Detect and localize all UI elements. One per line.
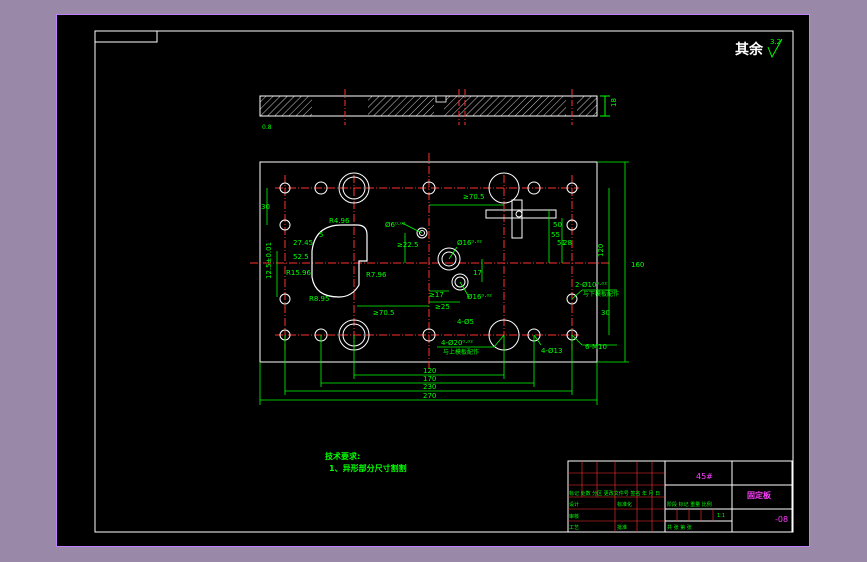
- svg-text:28: 28: [563, 239, 572, 247]
- svg-text:30: 30: [601, 309, 610, 317]
- svg-text:阶段 标记 重量 比例: 阶段 标记 重量 比例: [667, 501, 712, 508]
- svg-text:1、异形部分尺寸割割: 1、异形部分尺寸割割: [329, 463, 407, 473]
- svg-text:2-Ø10⁰·⁰²: 2-Ø10⁰·⁰²: [575, 281, 607, 289]
- svg-text:230: 230: [423, 383, 436, 391]
- svg-text:120: 120: [597, 244, 605, 257]
- svg-text:27.45: 27.45: [293, 239, 313, 247]
- technical-notes: 技术要求: 1、异形部分尺寸割割: [325, 451, 407, 473]
- svg-text:3.2: 3.2: [770, 38, 781, 46]
- side-view: 18 0.8: [259, 89, 618, 131]
- plan-view: 270 230 170 120 160 120 30 30 ≥70.5 ≥70.…: [250, 153, 644, 405]
- svg-text:50: 50: [553, 221, 562, 229]
- svg-text:1:1: 1:1: [717, 513, 725, 519]
- svg-text:4-Ø5: 4-Ø5: [457, 318, 474, 326]
- svg-text:30: 30: [261, 203, 270, 211]
- svg-text:55: 55: [551, 231, 560, 239]
- svg-text:R4.96: R4.96: [329, 217, 350, 225]
- svg-text:5: 5: [319, 231, 323, 239]
- svg-text:标记 处数 分区 更改文件号 签名 年 月 日: 标记 处数 分区 更改文件号 签名 年 月 日: [569, 490, 660, 497]
- svg-text:-08: -08: [775, 515, 788, 524]
- svg-text:与下模板配作: 与下模板配作: [583, 290, 619, 298]
- svg-text:≥17: ≥17: [429, 291, 444, 299]
- svg-text:Ø16⁰·⁰²: Ø16⁰·⁰²: [457, 239, 482, 247]
- svg-text:120: 120: [423, 367, 436, 375]
- svg-text:R8.95: R8.95: [309, 295, 329, 303]
- svg-text:≥70.5: ≥70.5: [463, 193, 484, 201]
- roughness-symbol-icon: 3.2: [767, 38, 783, 59]
- svg-text:18: 18: [610, 98, 618, 107]
- svg-text:≥22.5: ≥22.5: [397, 241, 418, 249]
- svg-text:45#: 45#: [696, 472, 713, 481]
- svg-text:6-M10: 6-M10: [585, 343, 607, 351]
- svg-text:170: 170: [423, 375, 436, 383]
- svg-text:R15.96: R15.96: [286, 269, 311, 277]
- svg-text:≥70.5: ≥70.5: [373, 309, 394, 317]
- svg-text:≥25: ≥25: [435, 303, 450, 311]
- svg-text:与上模板配作: 与上模板配作: [443, 348, 479, 356]
- svg-text:52.5: 52.5: [293, 253, 309, 261]
- surface-note: 其余: [735, 41, 764, 58]
- svg-text:160: 160: [631, 261, 644, 269]
- svg-text:共 张 第 张: 共 张 第 张: [667, 524, 692, 531]
- title-block: 45# 固定板 -08 1:1 标记 处数 分区 更改文件号 签名 年 月 日 …: [567, 460, 793, 533]
- svg-text:审核: 审核: [569, 513, 579, 520]
- svg-text:12.5±0.01: 12.5±0.01: [265, 242, 273, 279]
- drawing-canvas[interactable]: 其余 3.2 18 0.8 270 230 170 120 160 120 30…: [56, 14, 810, 547]
- svg-text:17: 17: [473, 269, 482, 277]
- svg-text:技术要求:: 技术要求:: [325, 451, 360, 461]
- svg-text:工艺: 工艺: [569, 525, 579, 531]
- svg-text:批准: 批准: [617, 524, 627, 531]
- corner-tag: [94, 30, 158, 43]
- svg-text:R7.96: R7.96: [366, 271, 387, 279]
- drawing-svg: 其余 3.2 18 0.8 270 230 170 120 160 120 30…: [94, 30, 794, 533]
- svg-text:270: 270: [423, 392, 436, 400]
- svg-text:4-Ø20⁰·⁰²: 4-Ø20⁰·⁰²: [441, 339, 473, 347]
- svg-text:4-Ø13: 4-Ø13: [541, 347, 562, 355]
- svg-text:Ø16⁰·⁰²: Ø16⁰·⁰²: [467, 293, 492, 301]
- svg-text:标准化: 标准化: [617, 501, 632, 508]
- svg-text:固定板: 固定板: [747, 490, 772, 500]
- svg-text:0.8: 0.8: [262, 124, 272, 131]
- svg-text:Ø6⁰·⁰²: Ø6⁰·⁰²: [385, 221, 406, 229]
- svg-text:设计: 设计: [569, 501, 579, 508]
